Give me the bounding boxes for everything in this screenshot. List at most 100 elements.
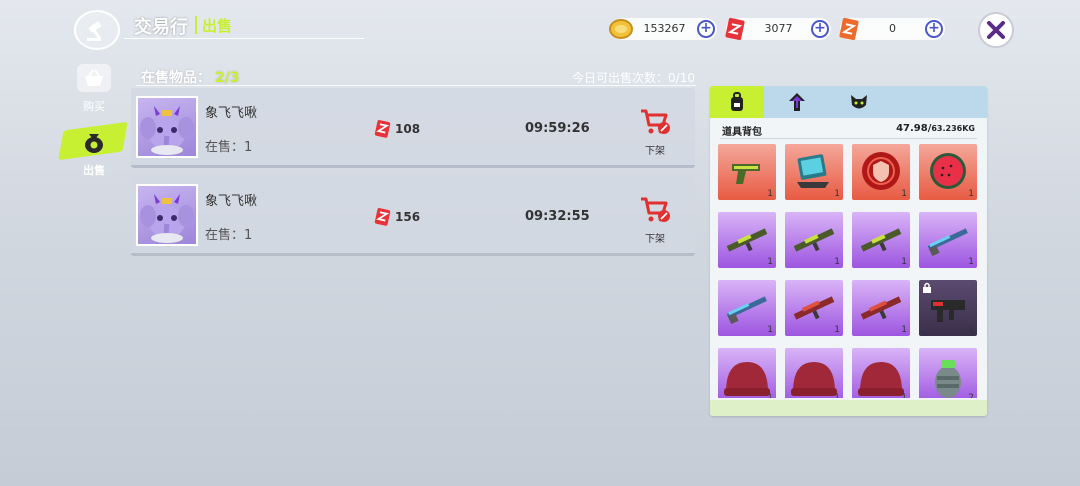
on-sale-quantity: 在售：1: [205, 140, 253, 155]
item-name: 象飞飞啾: [205, 106, 258, 121]
item-price: 108: [395, 122, 421, 136]
listing-count: 2/3: [215, 70, 240, 86]
item-quantity: 1: [834, 257, 840, 267]
sidebar-item-label: 出售: [83, 164, 105, 177]
inventory-slot[interactable]: 1: [718, 348, 776, 398]
gold-coin-icon: [609, 19, 633, 39]
cart-remove-icon: [641, 197, 670, 222]
beanie-icon: [724, 362, 770, 396]
elephant-pet-icon: [140, 106, 194, 155]
lock-icon: [923, 282, 931, 293]
inventory-slot[interactable]: 1: [785, 348, 843, 398]
time-remaining: 09:59:26: [525, 121, 590, 136]
on-sale-quantity: 在售：1: [205, 228, 253, 243]
inventory-slot[interactable]: 1: [852, 280, 910, 336]
page-title: 交易行: [134, 17, 188, 38]
item-name: 象飞飞啾: [205, 194, 258, 209]
elephant-pet-icon: [140, 194, 194, 243]
inventory-slot[interactable]: 1: [919, 144, 977, 200]
listing-header: 在售物品： 2/3: [141, 67, 240, 87]
orange-ticket-icon: [839, 17, 859, 41]
backpack-icon: [731, 92, 743, 111]
item-quantity: 1: [767, 325, 773, 335]
item-quantity: 1: [834, 325, 840, 335]
weight-divider: [720, 138, 977, 139]
weight-current: 47.98/: [896, 123, 932, 134]
delist-label: 下架: [645, 146, 665, 157]
red-ticket-icon: [725, 17, 745, 41]
item-quantity: 1: [901, 257, 907, 267]
sidebar-item-buy[interactable]: 购买: [70, 64, 118, 116]
red-ticket-icon: [374, 208, 391, 226]
inventory-slot[interactable]: 1: [718, 144, 776, 200]
backpack-tabs: [710, 86, 987, 118]
delist-label: 下架: [645, 234, 665, 245]
shopping-basket-icon: [85, 69, 103, 86]
sidebar-item-label: 购买: [83, 100, 105, 113]
weight-max: 63.236KG: [931, 124, 975, 133]
page-subtitle: 出售: [202, 17, 233, 35]
orange-ticket-amount: 0: [889, 22, 896, 35]
tab-backpack[interactable]: [710, 86, 764, 118]
item-quantity: 2: [968, 393, 974, 398]
inventory-grid: 1 1 1 1 1 1 1 1 1 1 1 1 1 1 1 2: [718, 144, 982, 398]
add-gold-button[interactable]: +: [697, 20, 715, 38]
item-quantity: 1: [968, 189, 974, 199]
sidebar-item-sell[interactable]: 出售: [58, 121, 128, 182]
close-button[interactable]: [978, 12, 1014, 48]
inventory-slot-locked[interactable]: 1: [919, 280, 977, 336]
item-quantity: 1: [834, 393, 840, 398]
inventory-slot[interactable]: 1: [852, 212, 910, 268]
item-quantity: 1: [901, 189, 907, 199]
inventory-slot[interactable]: 1: [852, 348, 910, 398]
backpack-title: 道具背包: [722, 127, 762, 138]
tab-pets[interactable]: [832, 86, 886, 118]
tab-upgrade[interactable]: [770, 86, 824, 118]
listing-title: 在售物品：: [141, 70, 211, 86]
inventory-slot[interactable]: 1: [919, 212, 977, 268]
beanie-icon: [858, 362, 904, 396]
item-quantity: 1: [968, 257, 974, 267]
red-ticket-amount: 3077: [764, 22, 793, 35]
inventory-slot[interactable]: 1: [785, 212, 843, 268]
currency-gold: 153267 +: [609, 18, 717, 40]
add-red-ticket-button[interactable]: +: [811, 20, 829, 38]
item-quantity: 1: [968, 325, 974, 335]
cat-mask-icon: [851, 95, 867, 109]
inventory-slot[interactable]: 1: [785, 144, 843, 200]
item-quantity: 1: [767, 189, 773, 199]
cart-remove-icon: [641, 109, 670, 134]
inventory-slot[interactable]: 1: [718, 212, 776, 268]
time-remaining: 09:32:55: [525, 209, 590, 224]
gold-amount: 153267: [643, 22, 686, 35]
money-bag-icon: [85, 134, 103, 153]
item-quantity: 1: [767, 257, 773, 267]
inventory-slot[interactable]: 1: [718, 280, 776, 336]
delist-button[interactable]: 下架: [637, 196, 673, 245]
listing-row[interactable]: 象飞飞啾 在售：1 156 09:32:55 下架: [131, 176, 695, 256]
listing-row[interactable]: 象飞飞啾 在售：1 108 09:59:26 下架: [131, 88, 695, 168]
inventory-slot[interactable]: 1: [852, 144, 910, 200]
backpack-weight: 47.98/63.236KG: [896, 123, 975, 134]
header-underline: [124, 38, 364, 39]
arrow-up-icon: [789, 93, 805, 111]
backpack-footer: [710, 400, 987, 416]
item-quantity: 1: [834, 189, 840, 199]
beanie-icon: [791, 362, 837, 396]
add-orange-ticket-button[interactable]: +: [925, 20, 943, 38]
backpack-panel: 道具背包 47.98/63.236KG 1 1 1 1 1 1 1 1 1 1 …: [710, 86, 987, 416]
item-thumbnail: [136, 96, 198, 158]
item-thumbnail: [136, 184, 198, 246]
grenade-icon: [935, 360, 961, 398]
trading-house-logo-icon: [74, 10, 120, 50]
item-quantity: 1: [767, 393, 773, 398]
item-price: 156: [395, 210, 421, 224]
close-icon: [987, 21, 1005, 39]
title-divider: [195, 16, 197, 34]
daily-sell-limit: 今日可出售次数：0/10: [572, 71, 695, 85]
delist-button[interactable]: 下架: [637, 108, 673, 157]
inventory-slot[interactable]: 2: [919, 348, 977, 398]
item-quantity: 1: [901, 325, 907, 335]
currency-orange-ticket: 0 +: [839, 17, 945, 41]
inventory-slot[interactable]: 1: [785, 280, 843, 336]
